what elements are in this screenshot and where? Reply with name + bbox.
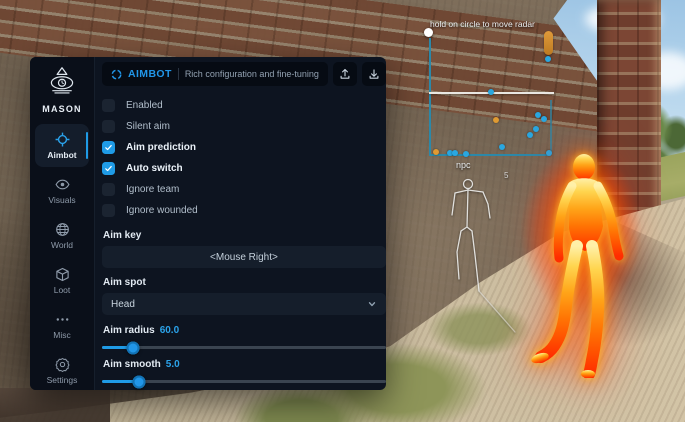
esp-corner [431,266,447,292]
unchecked-checkbox-icon[interactable] [102,204,115,217]
radar-blue-dot [463,151,469,157]
checked-checkbox-icon[interactable] [102,141,115,154]
checkbox-auto-switch[interactable]: Auto switch [102,158,386,179]
wall-base-dark [0,388,110,422]
export-config-button[interactable] [362,62,386,86]
sidebar: MASON AimbotVisualsWorldLootMiscSettings [30,57,95,390]
panel-header: AIMBOT Rich configuration and fine-tunin… [102,62,386,86]
slider-handle[interactable] [132,375,145,388]
screenshot-stage: hold on circle to move radar npc 5 [0,0,685,422]
crosshair-icon [55,132,70,147]
sidebar-item-misc[interactable]: Misc [35,304,89,347]
import-config-button[interactable] [333,62,357,86]
panel-subtitle: Rich configuration and fine-tuning [185,69,319,79]
upload-icon [339,68,351,80]
checkbox-silent-aim[interactable]: Silent aim [102,116,386,137]
aim-key-button[interactable]: <Mouse Right> [102,246,386,268]
slider-track[interactable] [102,346,386,349]
slider-handle[interactable] [127,341,140,354]
esp-corner [431,170,447,196]
radar-hint-label: hold on circle to move radar [430,19,535,29]
unchecked-checkbox-icon[interactable] [102,120,115,133]
unchecked-checkbox-icon[interactable] [102,183,115,196]
radar-orange-dot [493,117,499,123]
sidebar-item-aimbot[interactable]: Aimbot [35,124,89,167]
checkbox-ignore-wounded[interactable]: Ignore wounded [102,200,386,221]
offscreen-player-marker [544,31,553,55]
sidebar-nav: AimbotVisualsWorldLootMiscSettings [30,124,94,392]
slider-label-row: Aim radius60.0 [103,325,386,336]
panel-title: AIMBOT [128,68,172,80]
download-icon [368,68,380,80]
gear-icon [55,357,70,372]
aimbot-panel: AIMBOT Rich configuration and fine-tunin… [95,57,394,390]
checkbox-ignore-team[interactable]: Ignore team [102,179,386,200]
header-divider [178,68,179,80]
chevron-down-icon [367,299,377,309]
slider-list: Aim radius60.0 Aim smooth5.0 [102,315,386,383]
player-chams-model [528,146,640,378]
slider-label-row: Aim smooth5.0 [103,359,386,370]
slider-aim-radius: Aim radius60.0 [102,325,386,349]
sidebar-item-world[interactable]: World [35,214,89,257]
cheat-window: MASON AimbotVisualsWorldLootMiscSettings… [30,57,386,390]
aim-spot-value: Head [111,299,367,310]
radar-blue-dot [535,112,541,118]
eye-icon [55,177,70,192]
npc-esp-box [431,170,505,292]
sidebar-item-visuals[interactable]: Visuals [35,169,89,212]
radar-drag-handle[interactable] [424,28,433,37]
radar-blue-dot [488,89,494,95]
dots-icon [55,312,70,327]
globe-icon [55,222,70,237]
mason-logo-icon [43,66,81,101]
aimbot-section-icon [111,69,122,80]
sidebar-item-settings[interactable]: Settings [35,349,89,392]
slider-track[interactable] [102,380,386,383]
aim-key-label: Aim key [103,230,386,241]
aim-spot-select[interactable]: Head [102,293,386,315]
radar-blue-dot [545,56,551,62]
checked-checkbox-icon[interactable] [102,162,115,175]
unchecked-checkbox-icon[interactable] [102,99,115,112]
aim-spot-label: Aim spot [103,277,386,288]
slider-aim-smooth: Aim smooth5.0 [102,359,386,383]
brand-name: MASON [42,104,82,114]
radar-border-left [429,38,431,155]
npc-name-label: npc [456,160,471,170]
checkbox-aim-prediction[interactable]: Aim prediction [102,137,386,158]
checkbox-list: EnabledSilent aimAim predictionAuto swit… [102,95,386,221]
header-bar: AIMBOT Rich configuration and fine-tunin… [102,62,328,86]
box-icon [55,267,70,282]
radar-blue-dot [452,150,458,156]
radar-orange-dot [433,149,439,155]
checkbox-enabled[interactable]: Enabled [102,95,386,116]
sidebar-item-loot[interactable]: Loot [35,259,89,302]
